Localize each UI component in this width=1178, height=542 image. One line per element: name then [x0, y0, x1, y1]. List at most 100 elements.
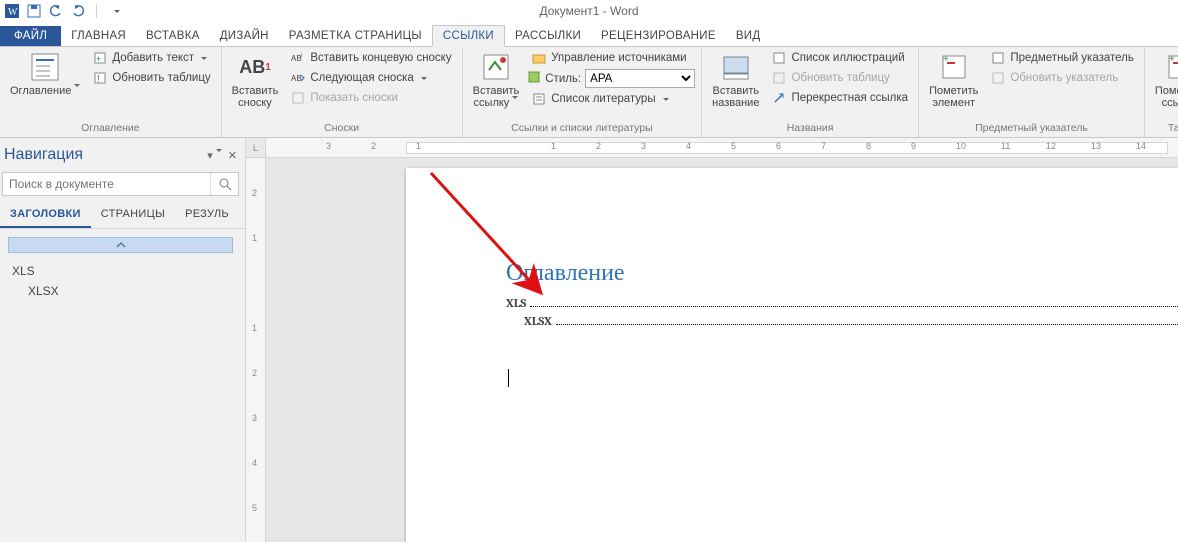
update-index-label: Обновить указатель	[1010, 72, 1118, 84]
table-of-figures-button[interactable]: Список иллюстраций	[767, 49, 912, 67]
group-index: + Пометить элемент Предметный указатель …	[919, 47, 1145, 137]
nav-options-icon[interactable]: ▾	[205, 147, 224, 164]
vertical-ruler[interactable]: L 2 1 1 2 3 4 5	[246, 138, 266, 542]
tab-insert[interactable]: ВСТАВКА	[136, 26, 210, 46]
ribbon: Оглавление + Добавить текст ! Обновить т…	[0, 46, 1178, 138]
mark-entry-button[interactable]: + Пометить элемент	[925, 49, 982, 111]
tab-references[interactable]: ССЫЛКИ	[432, 25, 505, 47]
tab-mailings[interactable]: РАССЫЛКИ	[505, 26, 591, 46]
endnote-icon: ABi	[290, 50, 306, 66]
nav-collapse-bar[interactable]	[8, 237, 233, 253]
hruler-mark: 1	[551, 141, 556, 151]
document-page[interactable]: Оглавление XLS 2 XLSX 3	[406, 168, 1178, 542]
undo-icon[interactable]	[48, 3, 64, 19]
update-toc-button[interactable]: ! Обновить таблицу	[88, 69, 214, 87]
qat-customize-icon[interactable]	[107, 3, 123, 19]
insert-footnote-button[interactable]: AB1 Вставить сноску	[228, 49, 283, 111]
citation-style-select[interactable]: APA	[585, 69, 695, 88]
group-toa: + Пометить ссылку Табл	[1145, 47, 1178, 137]
show-footnotes-label: Показать сноски	[310, 92, 398, 104]
horizontal-ruler[interactable]: 3 2 1 1 2 3 4 5 6 7 8 9 10 11 12 13 14 1…	[266, 138, 1178, 158]
insert-citation-button[interactable]: Вставить ссылку	[469, 49, 524, 111]
save-icon[interactable]	[26, 3, 42, 19]
nav-search-input[interactable]	[3, 174, 210, 194]
nav-tabs: ЗАГОЛОВКИ СТРАНИЦЫ РЕЗУЛЬ	[0, 202, 245, 229]
tab-home[interactable]: ГЛАВНАЯ	[61, 26, 136, 46]
show-footnotes-button[interactable]: Показать сноски	[286, 89, 455, 107]
hruler-mark: 3	[326, 141, 331, 151]
svg-text:i: i	[301, 53, 302, 59]
title-bar: W Документ1 - Word	[0, 0, 1178, 22]
nav-close-icon[interactable]: ✕	[228, 149, 237, 162]
bibliography-label: Список литературы	[551, 93, 655, 105]
group-footnotes: AB1 Вставить сноску ABi Вставить концеву…	[222, 47, 463, 137]
toc-entry[interactable]: XLS 2	[506, 297, 1178, 311]
group-toc: Оглавление + Добавить текст ! Обновить т…	[0, 47, 222, 137]
nav-title: Навигация	[4, 146, 83, 164]
update-tof-button[interactable]: Обновить таблицу	[767, 69, 912, 87]
group-toa-label: Табл	[1151, 122, 1178, 135]
toc-entry-text: XLS	[506, 297, 526, 311]
vruler-mark: 2	[252, 368, 257, 378]
svg-text:+: +	[943, 54, 949, 65]
quick-access-toolbar: W	[0, 3, 123, 19]
update-toc-label: Обновить таблицу	[112, 72, 210, 84]
redo-icon[interactable]	[70, 3, 86, 19]
svg-text:+: +	[1169, 54, 1175, 65]
update-tof-label: Обновить таблицу	[791, 72, 889, 84]
nav-item-xls[interactable]: XLS	[4, 261, 241, 281]
bibliography-icon	[531, 91, 547, 107]
nav-tab-pages[interactable]: СТРАНИЦЫ	[91, 202, 175, 228]
mark-citation-label: Пометить ссылку	[1155, 85, 1178, 109]
insert-index-label: Предметный указатель	[1010, 52, 1134, 64]
update-index-button[interactable]: Обновить указатель	[986, 69, 1138, 87]
hruler-mark: 6	[776, 141, 781, 151]
svg-text:+: +	[96, 54, 101, 64]
toc-entry[interactable]: XLSX 3	[506, 315, 1178, 329]
hruler-mark: 2	[596, 141, 601, 151]
tab-design[interactable]: ДИЗАЙН	[210, 26, 279, 46]
group-toc-label: Оглавление	[6, 122, 215, 135]
hruler-mark: 13	[1091, 141, 1101, 151]
update-tof-icon	[771, 70, 787, 86]
mark-citation-icon: +	[1164, 51, 1178, 83]
search-icon[interactable]	[210, 173, 238, 195]
hruler-mark: 12	[1046, 141, 1056, 151]
nav-tab-results[interactable]: РЕЗУЛЬ	[175, 202, 239, 228]
editor-area: L 2 1 1 2 3 4 5 3 2 1 1 2 3 4 5 6 7 8 9	[246, 138, 1178, 542]
tab-view[interactable]: ВИД	[726, 26, 771, 46]
qat-separator	[96, 4, 97, 18]
group-index-label: Предметный указатель	[925, 122, 1138, 135]
add-text-icon: +	[92, 50, 108, 66]
nav-item-xlsx[interactable]: XLSX	[4, 281, 241, 301]
bibliography-button[interactable]: Список литературы	[527, 90, 695, 108]
hruler-mark: 3	[641, 141, 646, 151]
manage-sources-button[interactable]: Управление источниками	[527, 49, 695, 67]
tab-layout[interactable]: РАЗМЕТКА СТРАНИЦЫ	[279, 26, 432, 46]
add-text-button[interactable]: + Добавить текст	[88, 49, 214, 67]
citation-style-row: Стиль: APA	[527, 69, 695, 88]
tab-file[interactable]: ФАЙЛ	[0, 26, 61, 46]
nav-header: Навигация ▾ ✕	[0, 144, 245, 170]
insert-endnote-label: Вставить концевую сноску	[310, 52, 451, 64]
toc-button[interactable]: Оглавление	[6, 49, 84, 99]
mark-entry-icon: +	[938, 51, 970, 83]
nav-tab-headings[interactable]: ЗАГОЛОВКИ	[0, 202, 91, 228]
insert-caption-button[interactable]: Вставить название	[708, 49, 763, 111]
vruler-mark: 5	[252, 503, 257, 513]
tof-label: Список иллюстраций	[791, 52, 904, 64]
insert-index-button[interactable]: Предметный указатель	[986, 49, 1138, 67]
crossref-label: Перекрестная ссылка	[791, 92, 908, 104]
insert-endnote-button[interactable]: ABi Вставить концевую сноску	[286, 49, 455, 67]
tof-icon	[771, 50, 787, 66]
style-label: Стиль:	[545, 73, 581, 85]
mark-citation-button[interactable]: + Пометить ссылку	[1151, 49, 1178, 111]
tab-review[interactable]: РЕЦЕНЗИРОВАНИЕ	[591, 26, 726, 46]
navigation-pane: Навигация ▾ ✕ ЗАГОЛОВКИ СТРАНИЦЫ РЕЗУЛЬ …	[0, 138, 246, 542]
toc-label: Оглавление	[10, 85, 80, 97]
next-footnote-button[interactable]: AB Следующая сноска	[286, 69, 455, 87]
toc-title: Оглавление	[506, 258, 1178, 287]
hruler-mark: 1	[416, 141, 421, 151]
cross-reference-button[interactable]: Перекрестная ссылка	[767, 89, 912, 107]
toc-icon	[29, 51, 61, 83]
